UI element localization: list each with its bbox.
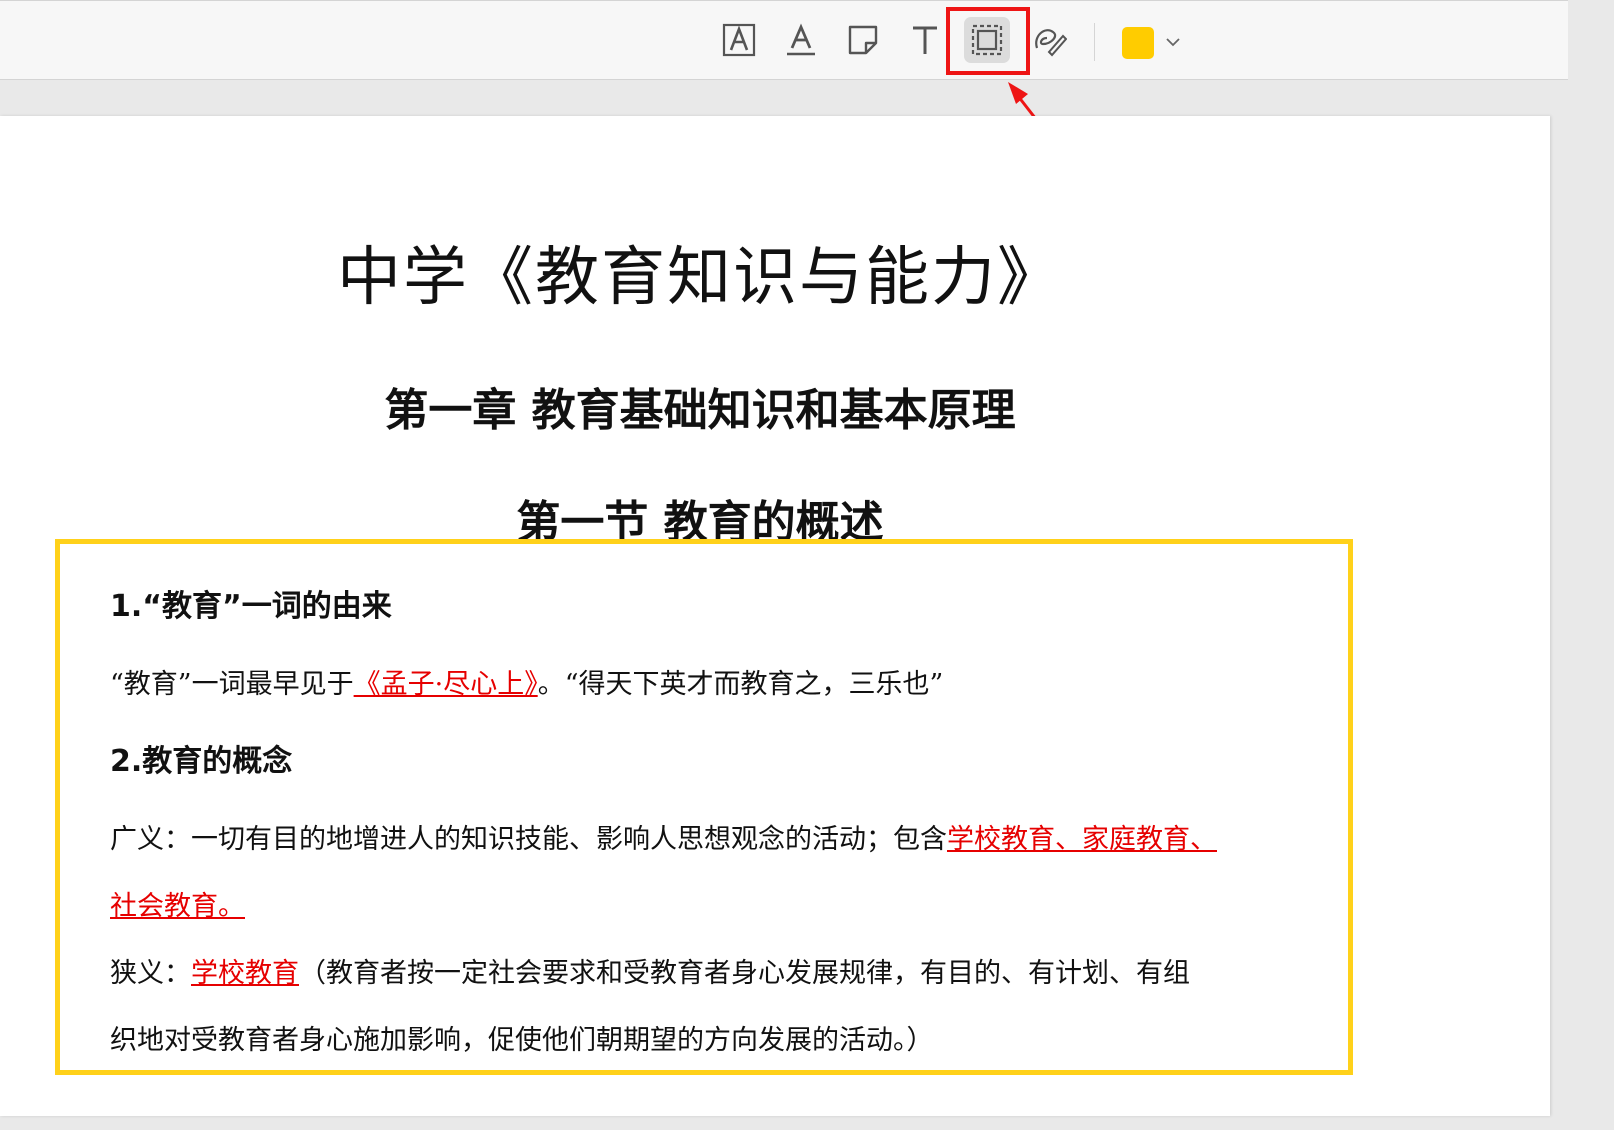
broad-red-text-2: 社会教育。 — [110, 891, 245, 922]
highlight-annotation-box — [946, 7, 1030, 75]
q1-text-a: “教育”一词最早见于 — [110, 669, 354, 700]
t-icon — [913, 26, 937, 54]
text-tool-button[interactable] — [902, 17, 948, 63]
narrow-label: 狭义： — [110, 958, 191, 989]
q1-paragraph: “教育”一词最早见于《孟子·尽心上》。“得天下英才而教育之，三乐也” — [110, 662, 943, 701]
broad-text: 广义：一切有目的地增进人的知识技能、影响人思想观念的活动；包含 — [110, 824, 947, 855]
narrow-red-text: 学校教育 — [191, 958, 299, 989]
annotation-toolbar — [0, 0, 1568, 80]
signature-icon — [1035, 29, 1067, 57]
broad-definition-line-2: 社会教育。 — [110, 884, 245, 923]
q1-red-text: 《孟子·尽心上》 — [353, 669, 538, 700]
color-swatch[interactable] — [1122, 27, 1154, 59]
narrow-definition-line: 狭义：学校教育（教育者按一定社会要求和受教育者身心发展规律，有目的、有计划、有组 — [110, 951, 1190, 990]
toolbar-divider — [1094, 23, 1095, 61]
chevron-down-icon[interactable] — [1162, 31, 1184, 53]
next-heading-cutoff — [110, 1081, 440, 1101]
text-box-tool-button[interactable] — [716, 17, 762, 63]
document-title: 中学《教育知识与能力》 — [337, 241, 1063, 315]
chapter-heading: 第一章 教育基础知识和基本原理 — [384, 385, 1016, 436]
broad-definition-line: 广义：一切有目的地增进人的知识技能、影响人思想观念的活动；包含学校教育、家庭教育… — [110, 817, 1217, 856]
q1-text-b: 。“得天下英才而教育之，三乐也” — [537, 669, 944, 700]
underline-text-tool-button[interactable] — [778, 17, 824, 63]
narrow-text: （教育者按一定社会要求和受教育者身心发展规律，有目的、有计划、有组 — [299, 958, 1190, 989]
question-1-heading: 1.“教育”一词的由来 — [110, 589, 392, 624]
boxed-a-icon — [722, 23, 756, 57]
underlined-a-icon — [787, 23, 815, 56]
question-2-heading: 2.教育的概念 — [110, 744, 293, 779]
document-page: 中学《教育知识与能力》 第一章 教育基础知识和基本原理 第一节 教育的概述 1.… — [0, 116, 1550, 1116]
narrow-definition-line-2: 织地对受教育者身心施加影响，促使他们朝期望的方向发展的活动。） — [110, 1025, 934, 1056]
broad-red-text: 学校教育、家庭教育、 — [947, 824, 1217, 855]
signature-tool-button[interactable] — [1026, 17, 1072, 63]
sticky-note-icon — [848, 25, 878, 55]
note-tool-button[interactable] — [840, 17, 886, 63]
